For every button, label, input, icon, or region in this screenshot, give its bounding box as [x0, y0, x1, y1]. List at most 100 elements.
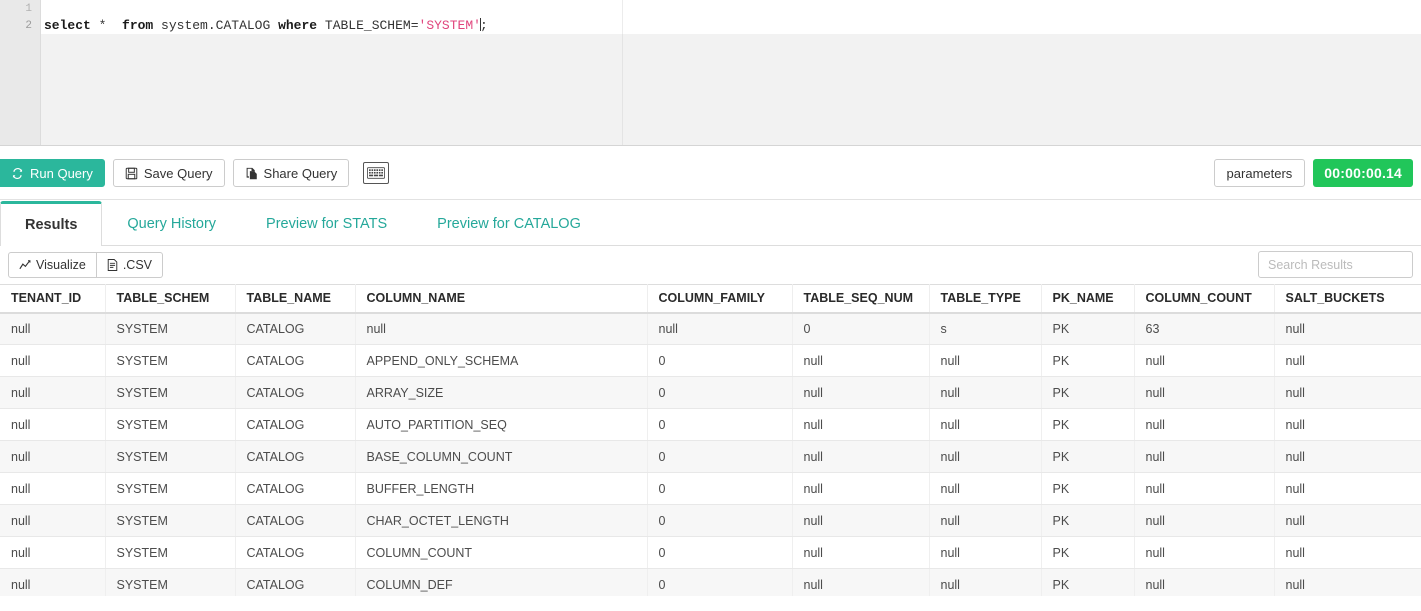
chart-icon — [19, 259, 31, 271]
cell: null — [1134, 376, 1275, 409]
cell: null — [0, 472, 106, 505]
code-empty-area[interactable] — [41, 34, 1421, 145]
sql-star: * — [90, 18, 123, 33]
cell: null — [929, 536, 1042, 569]
parameters-button[interactable]: parameters — [1213, 159, 1306, 187]
cell: null — [1274, 440, 1421, 473]
cell: null — [1274, 376, 1421, 409]
cell: null — [355, 312, 648, 345]
cell: null — [0, 344, 106, 377]
cell: APPEND_ONLY_SCHEMA — [355, 344, 648, 377]
search-input[interactable] — [1258, 251, 1413, 278]
column-header-tenant-id[interactable]: TENANT_ID — [0, 284, 106, 314]
tab-label: Results — [25, 217, 78, 233]
cell: AUTO_PARTITION_SEQ — [355, 408, 648, 441]
cell: BUFFER_LENGTH — [355, 472, 648, 505]
tab-label: Preview for STATS — [266, 216, 388, 232]
cell: PK — [1041, 408, 1135, 441]
cell: null — [1274, 504, 1421, 537]
cell: s — [929, 312, 1042, 345]
cell: null — [792, 408, 930, 441]
cell: SYSTEM — [105, 376, 236, 409]
cell: null — [1274, 312, 1421, 345]
cell: ARRAY_SIZE — [355, 376, 648, 409]
results-table-container[interactable]: TENANT_ID TABLE_SCHEM TABLE_NAME COLUMN_… — [0, 284, 1421, 596]
save-query-label: Save Query — [143, 165, 213, 181]
cell: PK — [1041, 536, 1135, 569]
keyboard-icon — [367, 167, 386, 179]
table-row[interactable]: null SYSTEM CATALOG null null 0 s PK 63 … — [0, 312, 1421, 345]
share-query-label: Share Query — [263, 165, 338, 181]
cell: 63 — [1134, 312, 1275, 345]
visualize-button[interactable]: Visualize — [8, 252, 97, 278]
column-header-column-family[interactable]: COLUMN_FAMILY — [647, 284, 793, 314]
cell: SYSTEM — [105, 568, 236, 596]
cell: SYSTEM — [105, 536, 236, 569]
tab-preview-catalog[interactable]: Preview for CATALOG — [412, 201, 606, 246]
column-header-column-name[interactable]: COLUMN_NAME — [355, 284, 648, 314]
toolbar-right-group: parameters 00:00:00.14 — [1213, 159, 1413, 187]
cell: null — [0, 536, 106, 569]
cell: null — [929, 408, 1042, 441]
cell: null — [0, 568, 106, 596]
column-header-pk-name[interactable]: PK_NAME — [1041, 284, 1135, 314]
tab-results[interactable]: Results — [0, 201, 103, 246]
cell: null — [929, 376, 1042, 409]
cell: null — [1134, 472, 1275, 505]
cell: null — [0, 312, 106, 345]
table-row[interactable]: null SYSTEM CATALOG ARRAY_SIZE 0 null nu… — [0, 376, 1421, 409]
cell: null — [1134, 344, 1275, 377]
run-query-button[interactable]: Run Query — [0, 159, 105, 187]
results-actions-bar: Visualize .CSV — [0, 246, 1421, 284]
csv-export-button[interactable]: .CSV — [96, 252, 163, 278]
table-row[interactable]: null SYSTEM CATALOG CHAR_OCTET_LENGTH 0 … — [0, 504, 1421, 537]
table-row[interactable]: null SYSTEM CATALOG COLUMN_COUNT 0 null … — [0, 536, 1421, 569]
cell: PK — [1041, 504, 1135, 537]
column-header-column-count[interactable]: COLUMN_COUNT — [1134, 284, 1275, 314]
cell: 0 — [647, 376, 793, 409]
tab-query-history[interactable]: Query History — [102, 201, 241, 246]
visualize-label: Visualize — [36, 258, 86, 272]
cell: COLUMN_COUNT — [355, 536, 648, 569]
share-query-button[interactable]: Share Query — [232, 159, 350, 187]
sql-predicate-column: TABLE_SCHEM= — [317, 18, 419, 33]
code-area[interactable]: select * from system.CATALOG where TABLE… — [41, 0, 1421, 145]
toolbar-left-group: Run Query Save Query Share Query — [0, 159, 390, 187]
query-toolbar: Run Query Save Query Share Query paramet… — [0, 146, 1421, 200]
refresh-icon — [11, 167, 24, 180]
cell: null — [1134, 440, 1275, 473]
sql-keyword-select: select — [44, 18, 91, 33]
cell: null — [792, 440, 930, 473]
table-row[interactable]: null SYSTEM CATALOG BUFFER_LENGTH 0 null… — [0, 472, 1421, 505]
table-row[interactable]: null SYSTEM CATALOG AUTO_PARTITION_SEQ 0… — [0, 408, 1421, 441]
cell: SYSTEM — [105, 472, 236, 505]
column-header-table-schem[interactable]: TABLE_SCHEM — [105, 284, 236, 314]
cell: null — [792, 376, 930, 409]
cell: 0 — [792, 312, 930, 345]
cell: null — [1274, 568, 1421, 596]
save-query-button[interactable]: Save Query — [112, 159, 225, 187]
cell: PK — [1041, 344, 1135, 377]
keyboard-shortcuts-button[interactable] — [363, 162, 390, 184]
code-line-empty[interactable] — [41, 0, 1421, 17]
column-header-salt-buckets[interactable]: SALT_BUCKETS — [1274, 284, 1421, 314]
table-row[interactable]: null SYSTEM CATALOG BASE_COLUMN_COUNT 0 … — [0, 440, 1421, 473]
cell: PK — [1041, 472, 1135, 505]
cell: CATALOG — [235, 472, 356, 505]
column-header-table-name[interactable]: TABLE_NAME — [235, 284, 356, 314]
cell: 0 — [647, 408, 793, 441]
share-icon — [245, 167, 258, 180]
tab-preview-stats[interactable]: Preview for STATS — [241, 201, 412, 246]
cell: 0 — [647, 440, 793, 473]
column-header-table-type[interactable]: TABLE_TYPE — [929, 284, 1042, 314]
cell: null — [1274, 536, 1421, 569]
cell: CATALOG — [235, 536, 356, 569]
file-icon — [107, 259, 118, 271]
column-header-table-seq-num[interactable]: TABLE_SEQ_NUM — [792, 284, 930, 314]
code-line-sql[interactable]: select * from system.CATALOG where TABLE… — [41, 17, 1421, 34]
sql-editor[interactable]: 1 2 select * from system.CATALOG where T… — [0, 0, 1421, 146]
table-row[interactable]: null SYSTEM CATALOG APPEND_ONLY_SCHEMA 0… — [0, 344, 1421, 377]
table-row[interactable]: null SYSTEM CATALOG COLUMN_DEF 0 null nu… — [0, 568, 1421, 596]
cell: null — [1274, 472, 1421, 505]
cell: CATALOG — [235, 376, 356, 409]
